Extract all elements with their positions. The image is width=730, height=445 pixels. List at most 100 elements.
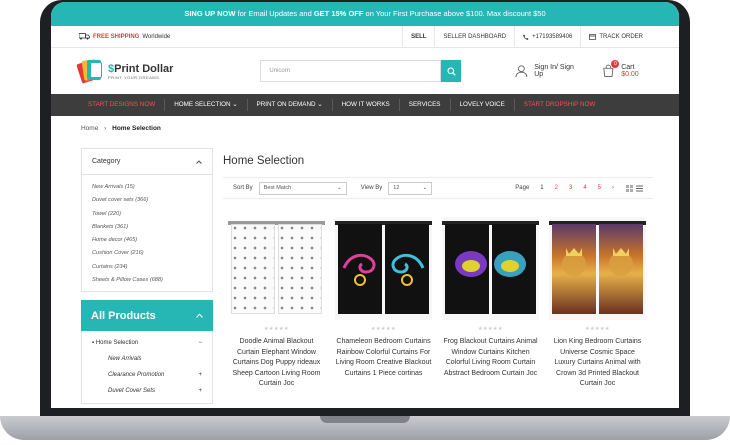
product-card[interactable]: ★★★★★ Frog Blackout Curtains Animal Windo…	[442, 217, 539, 390]
product-card[interactable]: ★★★★★ Lion King Bedroom Curtains Universe…	[549, 217, 646, 390]
seller-dashboard-link[interactable]: SELLER DASHBOARD	[434, 26, 514, 47]
account-link[interactable]: Sign In/ Sign Up	[515, 64, 580, 78]
cart-link[interactable]: 0 Cart $0.00	[602, 60, 651, 78]
breadcrumb-current: Home Selection	[112, 125, 161, 132]
category-item[interactable]: New Arrivals (15)	[92, 181, 202, 194]
sidebar: Category New Arrivals (15) Duvet cover se…	[81, 148, 213, 405]
nav-item[interactable]: PRINT ON DEMAND ⌄	[248, 99, 333, 111]
category-list: New Arrivals (15) Duvet cover sets (366) T…	[82, 175, 212, 291]
main-content: Home Selection Sort By Best Match ⌄ View…	[223, 155, 653, 390]
breadcrumb-separator: ›	[104, 125, 107, 132]
category-item[interactable]: Blankets (361)	[92, 221, 202, 234]
cart-price: $0.00	[621, 71, 639, 78]
sort-label: Sort By	[233, 185, 253, 191]
next-page-button[interactable]: ›	[612, 185, 614, 191]
sort-value: Best Match	[263, 185, 292, 191]
free-shipping-bold: FREE SHIPPING	[93, 33, 140, 40]
listing-toolbar: Sort By Best Match ⌄ View By 12 ⌄ Page 1…	[223, 177, 653, 199]
grid-view-icon[interactable]	[626, 184, 633, 192]
product-image[interactable]	[228, 217, 325, 320]
sign-in-label: Sign In/ Sign Up	[534, 64, 574, 78]
product-title[interactable]: Frog Blackout Curtains Animal Window Cur…	[442, 337, 539, 379]
phone-link[interactable]: +17193589406	[514, 26, 580, 47]
track-order-icon	[589, 33, 597, 40]
nav-item[interactable]: START DROPSHIP NOW	[515, 99, 605, 111]
product-grid: ★★★★★ Doodle Animal Blackout Curtain Elep…	[223, 217, 653, 390]
collapse-icon[interactable]: −	[198, 335, 202, 351]
page-title: Home Selection	[223, 155, 305, 167]
subitem-label: Clearance Promotion	[108, 372, 165, 379]
breadcrumb-home[interactable]: Home	[81, 125, 98, 132]
all-products-home-selection[interactable]: ▪ Home Selection −	[92, 335, 202, 351]
product-image[interactable]	[442, 217, 539, 320]
product-title[interactable]: Lion King Bedroom Curtains Universe Cosm…	[549, 337, 646, 390]
free-shipping: FREE SHIPPING Worldwide	[79, 33, 170, 40]
all-products-list: ▪ Home Selection − New Arrivals Clearance…	[81, 331, 213, 405]
all-products-header[interactable]: All Products	[81, 300, 213, 332]
cart-label: Cart	[621, 64, 635, 71]
phone-icon	[523, 34, 529, 40]
logo-tagline: PRINT YOUR DREAMS	[108, 74, 160, 80]
category-header[interactable]: Category	[82, 149, 212, 175]
bullet-icon: ▪	[92, 340, 95, 347]
breadcrumb: Home › Home Selection	[81, 125, 161, 132]
nav-item[interactable]: HOW IT WORKS	[333, 99, 400, 111]
page-link[interactable]: 4	[583, 185, 586, 191]
product-rating: ★★★★★	[264, 326, 289, 332]
chevron-down-icon: ⌄	[422, 185, 428, 191]
page-link[interactable]: 3	[569, 185, 572, 191]
all-products-subitem[interactable]: Clearance Promotion +	[92, 367, 202, 383]
product-image[interactable]	[335, 217, 432, 320]
subitem-label: Duvet Cover Sets	[108, 388, 156, 395]
category-item[interactable]: Towel (220)	[92, 208, 202, 221]
user-icon	[515, 65, 528, 77]
product-title[interactable]: Chameleon Bedroom Curtains Rainbow Color…	[335, 337, 432, 379]
pagination: Page 1 2 3 4 5 ›	[515, 185, 614, 191]
chevron-up-icon	[196, 313, 203, 319]
category-item[interactable]: Duvet cover sets (366)	[92, 194, 202, 207]
category-item[interactable]: Curtains (234)	[92, 261, 202, 274]
page-link[interactable]: 5	[598, 185, 601, 191]
top-links: SELL SELLER DASHBOARD +17193589406 TRACK…	[402, 26, 651, 47]
category-item[interactable]: Cushion Cover (216)	[92, 247, 202, 260]
category-item[interactable]: Home decor (465)	[92, 234, 202, 247]
promo-text-end: on Your First Purchase above $100. Max d…	[363, 9, 546, 18]
free-shipping-rest: Worldwide	[142, 33, 171, 40]
category-panel: Category New Arrivals (15) Duvet cover se…	[81, 148, 213, 293]
view-select[interactable]: 12 ⌄	[388, 181, 433, 195]
expand-icon[interactable]: +	[198, 367, 202, 383]
nav-item[interactable]: START DESIGNS NOW	[79, 99, 166, 111]
product-rating: ★★★★★	[585, 326, 610, 332]
top-bar: FREE SHIPPING Worldwide SELL SELLER DASH…	[51, 26, 679, 48]
list-view-icon[interactable]	[636, 185, 643, 192]
nav-item[interactable]: SERVICES	[400, 99, 451, 111]
search-icon	[447, 66, 456, 76]
product-rating: ★★★★★	[371, 326, 396, 332]
view-mode-toggle	[626, 184, 643, 192]
search-input[interactable]: Unicorn	[260, 60, 442, 82]
product-image[interactable]	[549, 217, 646, 320]
product-card[interactable]: ★★★★★ Doodle Animal Blackout Curtain Elep…	[228, 217, 325, 390]
view-value: 12	[393, 185, 400, 191]
search-button[interactable]	[441, 60, 462, 82]
page-link[interactable]: 2	[555, 185, 558, 191]
product-title[interactable]: Doodle Animal Blackout Curtain Elephant …	[228, 337, 325, 390]
nav-item[interactable]: LOVELY VOICE	[451, 99, 515, 111]
promo-banner[interactable]: SING UP NOW for Email Updates and GET 15…	[51, 2, 679, 26]
expand-icon[interactable]: +	[198, 383, 202, 399]
all-products-subitem[interactable]: Duvet Cover Sets +	[92, 383, 202, 399]
all-products-subitem[interactable]: New Arrivals	[92, 351, 202, 367]
logo-name: Print Dollar	[114, 62, 174, 75]
page-label: Page	[515, 185, 530, 191]
sell-link[interactable]: SELL	[402, 26, 434, 47]
category-item[interactable]: Sheets & Pillow Cases (688)	[92, 274, 202, 287]
sort-select[interactable]: Best Match ⌄	[258, 181, 347, 195]
site-logo[interactable]: $Print Dollar PRINT YOUR DREAMS	[76, 58, 226, 84]
product-rating: ★★★★★	[478, 326, 503, 332]
nav-item[interactable]: HOME SELECTION ⌄	[165, 99, 248, 111]
product-card[interactable]: ★★★★★ Chameleon Bedroom Curtains Rainbow …	[335, 217, 432, 390]
phone-number: +17193589406	[532, 33, 573, 40]
track-order-link[interactable]: TRACK ORDER	[580, 26, 651, 47]
page-link[interactable]: 1	[540, 185, 543, 191]
search-bar: Unicorn	[260, 60, 462, 82]
